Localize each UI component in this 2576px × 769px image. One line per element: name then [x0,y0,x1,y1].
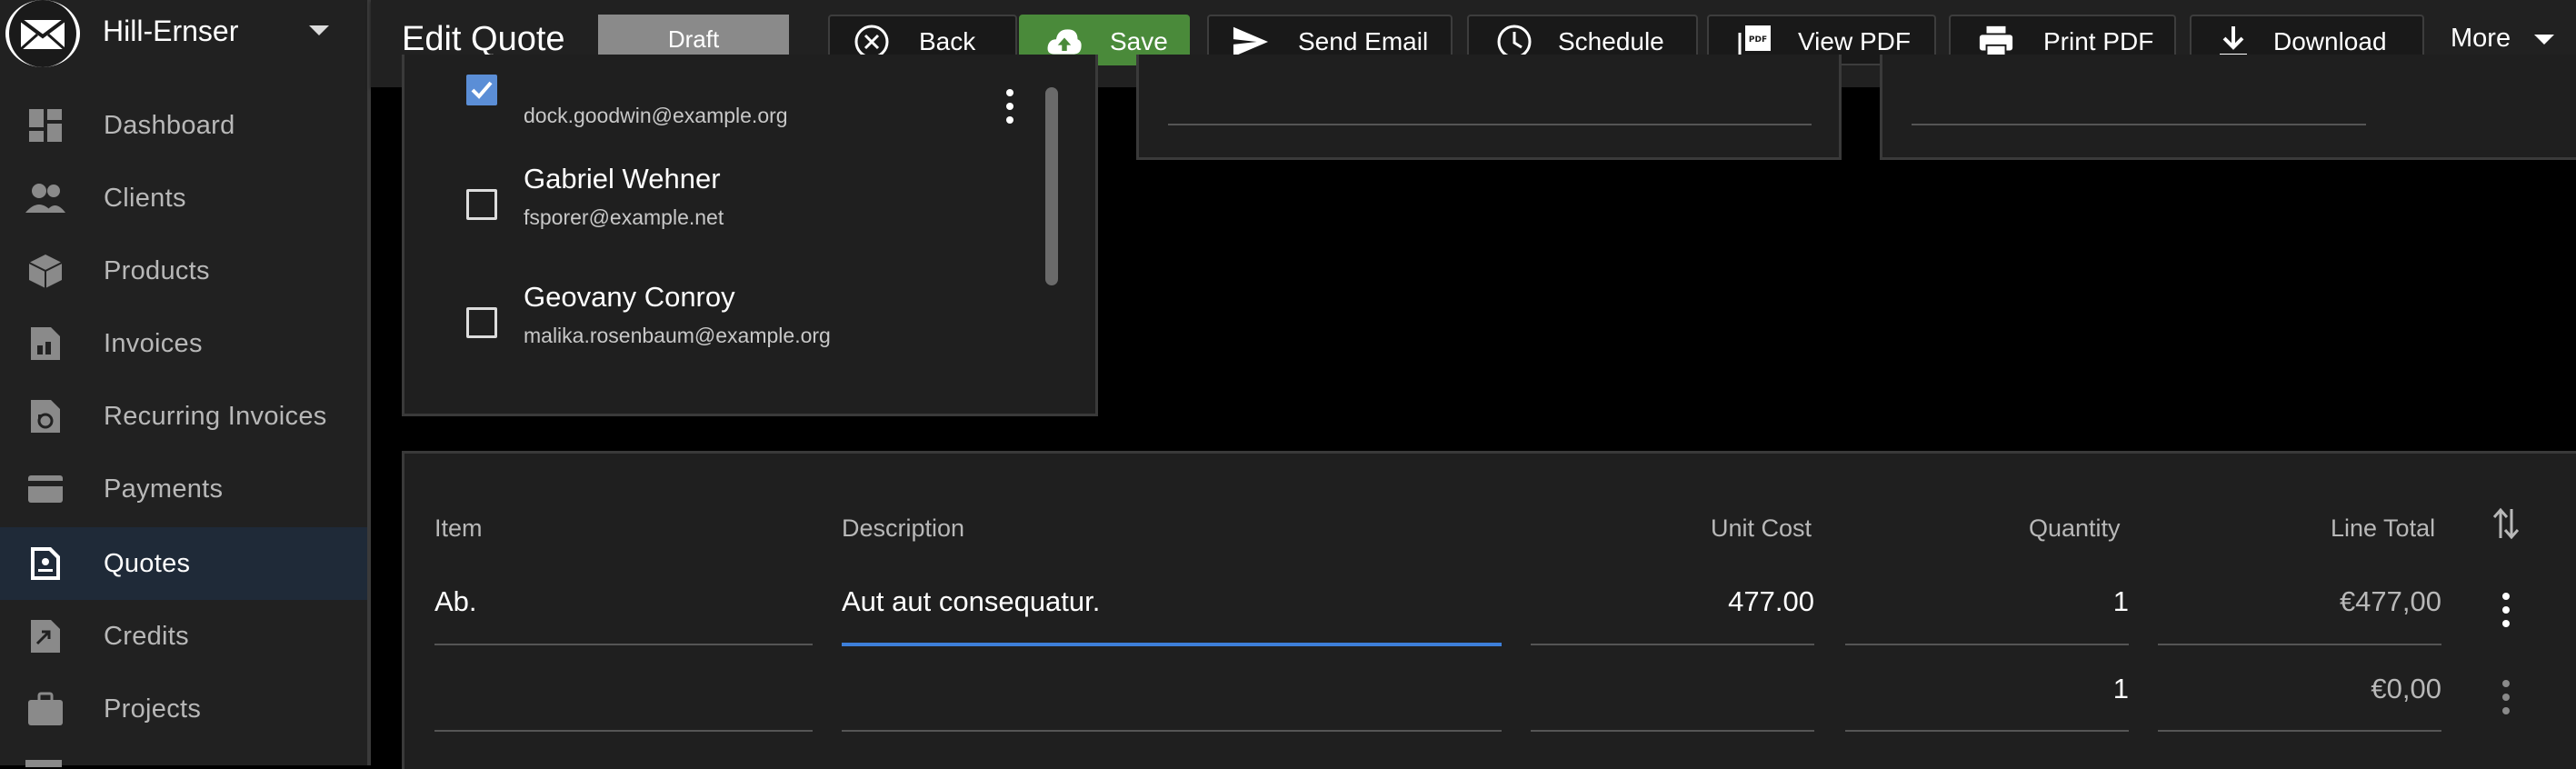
contacts-scrollbar[interactable] [1045,87,1058,285]
contact-email: fsporer@example.net [524,205,724,229]
row-actions-kebab-icon[interactable] [2501,593,2511,627]
description-input-focus-underline [842,643,1502,646]
field-underline [1168,124,1812,125]
sidebar-item-recurring-invoices[interactable]: Recurring Invoices [0,380,367,453]
sidebar-item-label: Recurring Invoices [104,401,327,431]
unit-cost-underline [1531,644,1814,645]
chevron-down-icon [2534,35,2554,45]
payments-icon [25,469,65,509]
contact-actions-kebab-icon[interactable] [1005,89,1014,124]
unit-cost-input[interactable]: 477.00 [1531,585,1814,618]
description-input-underline [842,730,1502,732]
sidebar-item-dashboard[interactable]: Dashboard [0,89,367,162]
clients-icon [25,178,65,218]
column-header-unit-cost: Unit Cost [1711,514,1812,542]
quotes-icon [25,544,65,584]
recurring-invoices-icon [25,396,65,436]
projects-icon [25,689,65,729]
contact-email: malika.rosenbaum@example.org [524,324,831,347]
sidebar-item-label: Payments [104,474,224,504]
svg-text:PDF: PDF [1749,35,1767,45]
contact-checkbox[interactable] [466,189,497,220]
sidebar-item-clients[interactable]: Clients [0,162,367,235]
sort-icon[interactable] [2492,505,2520,542]
quantity-input[interactable]: 1 [1845,585,2129,618]
column-header-description: Description [842,514,965,542]
contact-name: Gabriel Wehner [524,163,721,195]
line-total-underline [2158,644,2441,645]
contact-checkbox[interactable] [466,307,497,338]
sidebar-item-invoices[interactable]: Invoices [0,307,367,380]
sidebar-item-label: Projects [104,694,202,724]
sidebar-item-projects[interactable]: Projects [0,673,367,745]
field-underline [1912,124,2366,125]
contact-checkbox[interactable] [466,75,497,105]
company-name: Hill-Ernser [103,15,239,47]
sidebar: Hill-Ernser Dashboard Clients Products I… [0,0,371,767]
page-title: Edit Quote [402,20,565,58]
line-total-underline [2158,730,2441,732]
sidebar-item-label: Quotes [104,548,191,578]
column-header-line-total: Line Total [2331,514,2436,542]
row-actions-kebab-icon[interactable] [2501,680,2511,714]
sidebar-item-label: Dashboard [104,110,235,140]
dashboard-icon [25,105,65,145]
sidebar-item-credits[interactable]: Credits [0,600,367,673]
sidebar-item-products[interactable]: Products [0,235,367,307]
unit-cost-underline [1531,730,1814,732]
credits-icon [25,616,65,656]
column-header-quantity: Quantity [2029,514,2121,542]
contact-name: Geovany Conroy [524,281,735,313]
contact-item[interactable]: Gabriel Wehner fsporer@example.net [404,163,1095,291]
products-icon [25,251,65,291]
line-total: €477,00 [2339,585,2441,617]
column-header-item: Item [434,514,483,542]
company-selector[interactable]: Hill-Ernser [0,0,367,69]
contacts-card: dock.goodwin@example.org Gabriel Wehner … [402,55,1098,416]
quantity-underline [1845,644,2129,645]
contact-email: dock.goodwin@example.org [524,104,788,127]
quantity-input[interactable]: 1 [1845,673,2129,705]
quantity-underline [1845,730,2129,732]
details-card [1136,55,1842,160]
settings-card [1880,55,2576,160]
sidebar-item-payments[interactable]: Payments [0,453,367,525]
chevron-down-icon [309,25,329,35]
sidebar-item-label: Credits [104,621,189,651]
company-logo [5,0,80,67]
item-input[interactable]: Ab. [434,585,477,618]
description-input[interactable]: Aut aut consequatur. [842,585,1100,618]
sidebar-item-quotes[interactable]: Quotes [0,527,367,600]
more-menu-button[interactable]: More [2451,24,2511,54]
contact-item[interactable]: dock.goodwin@example.org [404,55,1095,173]
line-total: €0,00 [2371,673,2441,704]
item-input-underline [434,644,813,645]
item-input-underline [434,730,813,732]
contact-item[interactable]: Geovany Conroy malika.rosenbaum@example.… [404,281,1095,409]
sidebar-item-label: Products [104,255,210,285]
sidebar-item-label: Clients [104,183,186,213]
invoices-icon [25,324,65,364]
sidebar-item-label: Invoices [104,328,203,358]
sidebar-item-partial-icon [25,760,62,767]
